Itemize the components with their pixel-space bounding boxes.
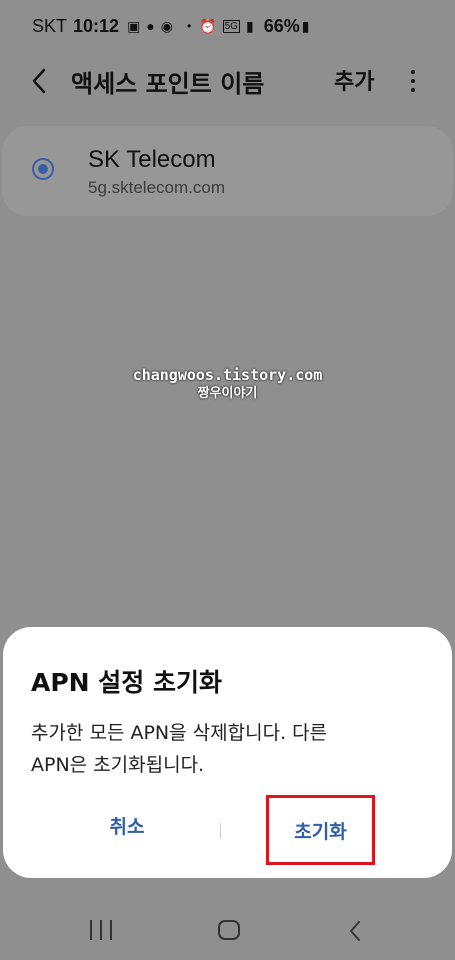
dialog-message-line: APN은 초기화됩니다. (31, 754, 205, 776)
alarm-icon: ⏰ (199, 17, 217, 34)
home-icon[interactable] (218, 920, 240, 940)
more-options-icon[interactable] (406, 66, 420, 96)
dialog-title: APN 설정 초기화 (31, 668, 223, 697)
navigation-bar (0, 880, 455, 960)
nav-back-icon[interactable] (348, 920, 364, 942)
message-icon: ● (146, 18, 155, 34)
watermark-blog-name: 짱우이야기 (197, 386, 258, 401)
talk-icon: ◉ (160, 17, 173, 34)
add-button[interactable]: 추가 (334, 64, 374, 96)
recent-apps-icon[interactable] (90, 920, 112, 940)
status-bar: SKT 10:12 ▣ ● ◉ • ⏰ 5G ▮ 66% ▮ (0, 0, 455, 52)
network-type-icon: 5G (222, 19, 240, 33)
battery-percent: 66% (263, 15, 300, 36)
gallery-icon: ▣ (127, 17, 141, 34)
clock: 10:12 (73, 15, 120, 36)
battery-icon: ▮ (301, 17, 310, 34)
apn-radio-button[interactable] (32, 158, 54, 180)
signal-icon: ▮ (245, 17, 254, 34)
apn-name: SK Telecom (88, 146, 216, 173)
page-title: 액세스 포인트 이름 (71, 70, 265, 98)
dialog-message-line: 추가한 모든 APN을 삭제합니다. 다른 (31, 722, 328, 744)
reset-apn-dialog: APN 설정 초기화 추가한 모든 APN을 삭제합니다. 다른 APN은 초기… (3, 627, 452, 878)
reset-button[interactable]: 초기화 (266, 795, 375, 865)
back-arrow-icon[interactable] (28, 66, 54, 96)
app-bar: 액세스 포인트 이름 추가 (0, 52, 455, 110)
notification-dot-icon: • (186, 19, 192, 33)
cancel-button[interactable]: 취소 (63, 805, 191, 845)
dialog-message: 추가한 모든 APN을 삭제합니다. 다른 APN은 초기화됩니다. (31, 717, 431, 781)
carrier-label: SKT (32, 15, 68, 36)
apn-list-item[interactable]: SK Telecom 5g.sktelecom.com (2, 126, 453, 216)
button-divider (220, 823, 221, 839)
apn-address: 5g.sktelecom.com (88, 178, 225, 197)
